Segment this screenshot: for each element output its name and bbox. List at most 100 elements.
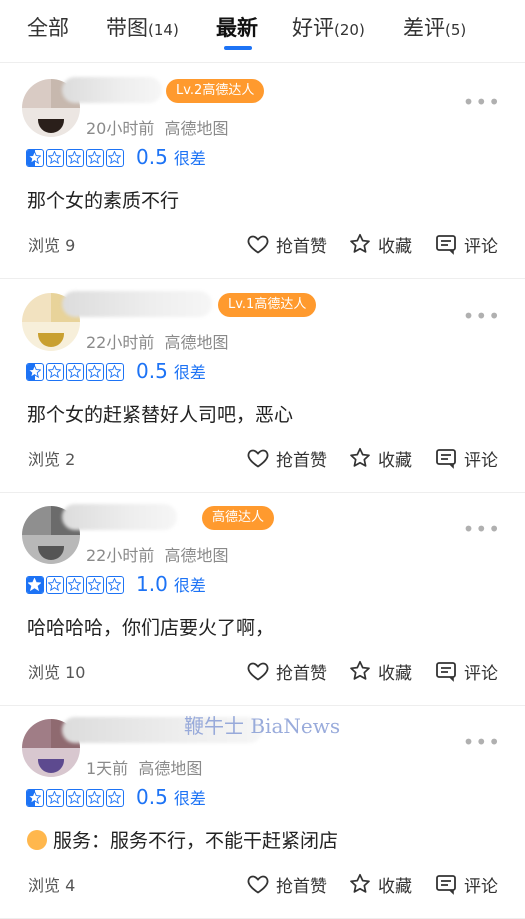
rating-score: 1.0 很差 xyxy=(136,572,206,596)
rating-star xyxy=(86,363,104,381)
review-text: 那个女的素质不行 xyxy=(27,186,179,213)
score-value: 0.5 xyxy=(136,145,168,169)
review-meta: 1天前 高德地图 xyxy=(86,755,202,779)
tab-positive[interactable]: 好评(20) xyxy=(292,12,365,42)
star-outline-icon xyxy=(350,660,370,680)
review-text: 哈哈哈哈，你们店要火了啊， xyxy=(27,613,274,640)
favorite-button[interactable]: 收藏 xyxy=(348,230,412,258)
rating-star xyxy=(106,789,124,807)
tab-count: (14) xyxy=(148,21,179,39)
review-card: Lv.2高德达人 20小时前 高德地图 ••• 0.5 很差 那个女的素质不行 浏览 9 抢首… xyxy=(0,65,525,279)
watermark: 鞭牛士 BiaNews xyxy=(184,714,341,738)
score-value: 1.0 xyxy=(136,572,168,596)
score-level: 很差 xyxy=(173,149,206,168)
rating-star xyxy=(66,149,84,167)
rating-star xyxy=(46,363,64,381)
tab-latest[interactable]: 最新 xyxy=(216,12,258,42)
favorite-label: 收藏 xyxy=(378,663,412,684)
review-card: 高德达人 22小时前 高德地图 ••• 1.0 很差哈哈哈哈，你们店要火了啊， 浏览 10… xyxy=(0,492,525,706)
heart-icon xyxy=(247,235,269,254)
like-button[interactable]: 抢首赞 xyxy=(246,657,327,685)
review-source: 高德地图 xyxy=(138,759,203,778)
like-label: 抢首赞 xyxy=(276,663,327,684)
rating-star xyxy=(26,789,44,807)
person-emoji-icon xyxy=(27,830,47,850)
review-meta: 22小时前 高德地图 xyxy=(86,329,229,353)
favorite-button[interactable]: 收藏 xyxy=(348,657,412,685)
rating-star xyxy=(86,576,104,594)
heart-icon xyxy=(247,875,269,894)
rating-star xyxy=(26,576,44,594)
comment-icon xyxy=(436,875,456,895)
more-options-icon[interactable]: ••• xyxy=(463,90,501,114)
comment-button[interactable]: 评论 xyxy=(434,444,498,472)
comment-button[interactable]: 评论 xyxy=(434,657,498,685)
comment-label: 评论 xyxy=(464,663,498,684)
tab-with-images[interactable]: 带图(14) xyxy=(106,12,179,42)
heart-icon xyxy=(247,662,269,681)
tab-negative[interactable]: 差评(5) xyxy=(403,12,466,42)
more-options-icon[interactable]: ••• xyxy=(463,730,501,754)
star-outline-icon xyxy=(350,233,370,253)
rating-star xyxy=(46,576,64,594)
review-text: 服务：服务不行，不能干赶紧闭店 xyxy=(27,826,338,853)
score-level: 很差 xyxy=(173,363,206,382)
like-button[interactable]: 抢首赞 xyxy=(246,230,327,258)
comment-button[interactable]: 评论 xyxy=(434,870,498,898)
view-count: 浏览 2 xyxy=(28,450,76,469)
star-outline-icon xyxy=(350,873,370,893)
rating-star xyxy=(106,149,124,167)
review-text-content: 哈哈哈哈，你们店要火了啊， xyxy=(27,617,275,639)
favorite-label: 收藏 xyxy=(378,876,412,897)
like-button[interactable]: 抢首赞 xyxy=(246,870,327,898)
review-source: 高德地图 xyxy=(164,333,229,352)
rating-star xyxy=(26,363,44,381)
level-badge: Lv.1高德达人 xyxy=(218,293,317,317)
rating-stars xyxy=(26,789,126,811)
active-tab-indicator xyxy=(224,46,252,50)
score-value: 0.5 xyxy=(136,359,168,383)
tab-label: 差评 xyxy=(403,16,445,40)
comment-button[interactable]: 评论 xyxy=(434,230,498,258)
comment-label: 评论 xyxy=(464,236,498,257)
review-actions: 浏览 4 抢首赞 收藏 评论 xyxy=(0,870,525,900)
review-time: 22小时前 xyxy=(86,333,155,352)
review-actions: 浏览 9 抢首赞 收藏 评论 xyxy=(0,230,525,260)
level-badge: 高德达人 xyxy=(202,506,275,530)
comment-icon xyxy=(436,235,456,255)
rating-star xyxy=(106,363,124,381)
like-label: 抢首赞 xyxy=(276,236,327,257)
score-level: 很差 xyxy=(173,789,206,808)
rating-score: 0.5 很差 xyxy=(136,145,206,169)
more-options-icon[interactable]: ••• xyxy=(463,304,501,328)
star-outline-icon xyxy=(350,447,370,467)
review-meta: 22小时前 高德地图 xyxy=(86,542,229,566)
comment-label: 评论 xyxy=(464,450,498,471)
tab-label: 带图 xyxy=(106,16,148,40)
rating-star xyxy=(66,363,84,381)
review-source: 高德地图 xyxy=(164,119,229,138)
favorite-button[interactable]: 收藏 xyxy=(348,444,412,472)
rating-score: 0.5 很差 xyxy=(136,785,206,809)
view-count: 浏览 10 xyxy=(28,663,86,682)
tab-all[interactable]: 全部 xyxy=(27,12,69,42)
filter-tabs: 全部 带图(14) 最新 好评(20) 差评(5) xyxy=(0,0,525,63)
review-text-content: 那个女的素质不行 xyxy=(27,190,180,212)
review-card: Lv.1高德达人 22小时前 高德地图 ••• 0.5 很差 那个女的赶紧替好人司吧，恶心… xyxy=(0,279,525,493)
score-level: 很差 xyxy=(173,576,206,595)
comment-label: 评论 xyxy=(464,876,498,897)
favorite-button[interactable]: 收藏 xyxy=(348,870,412,898)
rating-star xyxy=(86,789,104,807)
username-blurred xyxy=(62,77,162,103)
username-blurred xyxy=(62,291,212,317)
review-source: 高德地图 xyxy=(164,546,229,565)
rating-star xyxy=(66,789,84,807)
level-badge: Lv.2高德达人 xyxy=(166,79,265,103)
tab-label: 全部 xyxy=(27,16,69,40)
comment-icon xyxy=(436,662,456,682)
more-options-icon[interactable]: ••• xyxy=(463,517,501,541)
like-button[interactable]: 抢首赞 xyxy=(246,444,327,472)
review-time: 1天前 xyxy=(86,759,129,778)
tab-label: 最新 xyxy=(216,16,258,40)
rating-score: 0.5 很差 xyxy=(136,359,206,383)
